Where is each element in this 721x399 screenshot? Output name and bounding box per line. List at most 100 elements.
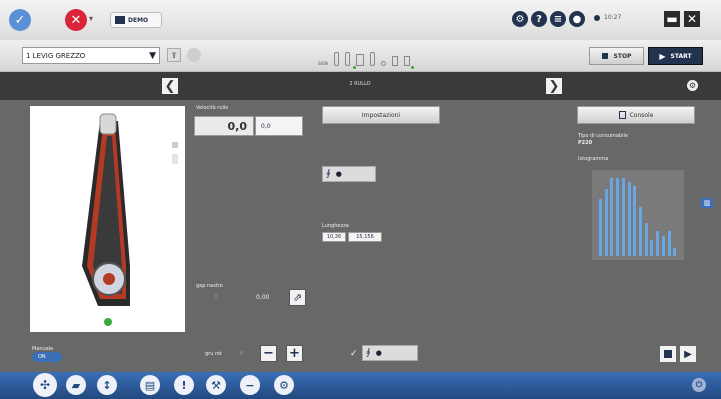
help-icon[interactable]: ?: [531, 11, 547, 27]
document-icon: [618, 111, 626, 119]
tool-icon[interactable]: ✣: [33, 373, 57, 397]
settings-button[interactable]: Impostazioni: [322, 106, 440, 124]
top-pulley: [99, 113, 117, 135]
tool-icon[interactable]: [380, 61, 386, 66]
stop-icon: [601, 53, 608, 59]
minimize-icon[interactable]: ▬: [664, 11, 680, 27]
tool-icon[interactable]: [355, 54, 364, 66]
param-b-field[interactable]: 15,156: [348, 232, 382, 242]
sequence-label: SIGN: [318, 61, 328, 66]
histogram-bar: [673, 247, 677, 256]
chevron-down-icon: ▼: [149, 50, 156, 61]
step-label: gru rot: [205, 351, 222, 357]
belt-mode-selector[interactable]: ∮ ●: [322, 166, 376, 182]
length-label: Lunghezza: [322, 223, 349, 229]
histogram-bar: [656, 231, 660, 256]
minus-icon[interactable]: −: [240, 375, 260, 395]
speed-icon: ∮: [366, 348, 371, 358]
zoom-icon: [172, 142, 178, 148]
start-button[interactable]: ▶ START: [648, 47, 703, 65]
step-value: 0: [240, 351, 244, 357]
gap-label: gap nastro: [196, 283, 223, 289]
stop-label: STOP: [613, 52, 632, 60]
play-icon: ▶: [659, 51, 666, 61]
cancel-icon[interactable]: ✕: [65, 9, 87, 31]
info-icon[interactable]: ↕: [97, 375, 117, 395]
velocity-label: Velocità rullo: [196, 105, 229, 111]
drop-icon: ●: [375, 349, 382, 357]
list-icon[interactable]: ≡: [550, 11, 566, 27]
tool-icon[interactable]: [369, 52, 375, 66]
chevron-down-icon[interactable]: ▾: [89, 14, 93, 23]
histogram-bar: [644, 223, 648, 256]
histogram-bar: [650, 239, 654, 256]
histogram-bar: [627, 182, 631, 256]
histogram-bar: [610, 178, 614, 256]
flag-icon: [115, 16, 125, 24]
manual-toggle[interactable]: ON: [32, 352, 62, 362]
histogram-bar: [639, 206, 642, 256]
histogram-bar: [667, 231, 671, 256]
speed-icon: ∮: [326, 169, 331, 179]
demo-badge[interactable]: DEMO: [110, 12, 162, 28]
stop-icon: [664, 350, 672, 358]
histogram-bar: [633, 186, 637, 256]
consumable-value: P220: [578, 140, 593, 146]
upload-icon[interactable]: ⇪: [167, 48, 181, 62]
belt-diagram: [82, 113, 178, 306]
check-icon[interactable]: ✓: [9, 9, 31, 31]
param-a-field[interactable]: 10,36: [322, 232, 346, 242]
histogram-bar: [621, 178, 625, 256]
minus-button[interactable]: −: [260, 345, 277, 362]
power-icon[interactable]: ⏻: [692, 378, 706, 392]
histogram-bar: [616, 178, 620, 256]
histogram-bar: [599, 198, 602, 256]
gap-value: 0,00: [256, 294, 270, 301]
info-icon[interactable]: [187, 48, 201, 62]
console-button[interactable]: Console: [577, 106, 695, 124]
settings-icon[interactable]: ⚙: [687, 80, 698, 91]
consumable-label: Tipo di consumabile: [578, 133, 628, 139]
gap-small-value: 0: [214, 294, 218, 301]
active-indicator: [104, 318, 112, 326]
folder-icon[interactable]: ▰: [66, 375, 86, 395]
side-handle-icon[interactable]: ▥: [701, 198, 713, 208]
tool-icon[interactable]: [344, 52, 350, 66]
status-dot-icon: [594, 15, 600, 21]
histogram-bar: [661, 235, 665, 256]
stop-button[interactable]: STOP: [589, 47, 644, 65]
belt-preview-panel: [30, 106, 185, 332]
belt-mode-footer[interactable]: ∮ ●: [362, 345, 418, 361]
tool-icon[interactable]: [391, 56, 398, 66]
active-step-dot-icon: [353, 66, 356, 69]
wrench-icon[interactable]: ⚒: [206, 375, 226, 395]
tool-icon[interactable]: [333, 52, 339, 66]
expand-icon[interactable]: ⇗: [289, 289, 306, 306]
user-icon[interactable]: ●: [569, 11, 585, 27]
program-select[interactable]: 1 LEVIG GREZZO ▼: [22, 47, 160, 64]
clock-time: 10:27: [604, 14, 622, 21]
active-step-dot-icon: [411, 66, 414, 69]
console-label: Console: [629, 111, 654, 119]
velocity-field[interactable]: 0,0: [194, 116, 254, 136]
gear-icon[interactable]: ⚙: [512, 11, 528, 27]
stop-button-small[interactable]: [660, 346, 676, 362]
program-select-value: 1 LEVIG GREZZO: [26, 51, 86, 60]
sequence-strip: SIGN: [318, 48, 468, 66]
close-icon[interactable]: ✕: [684, 11, 700, 27]
chart-icon[interactable]: ▤: [140, 375, 160, 395]
scroll-icon: [172, 154, 178, 164]
histogram-chart: [592, 170, 684, 260]
prev-step-button[interactable]: ❮: [162, 78, 178, 94]
velocity-unit[interactable]: 0,0: [255, 116, 303, 136]
start-label: START: [670, 52, 692, 60]
tool-icon[interactable]: [403, 56, 410, 66]
plus-button[interactable]: +: [286, 345, 303, 362]
alert-icon[interactable]: !: [174, 375, 194, 395]
histogram-bars: [598, 174, 678, 256]
drop-icon: ●: [335, 170, 342, 178]
histogram-label: Istogramma: [578, 156, 609, 162]
next-step-button[interactable]: ❯: [546, 78, 562, 94]
play-button-small[interactable]: ▶: [680, 346, 696, 362]
settings-icon[interactable]: ⚙: [274, 375, 294, 395]
